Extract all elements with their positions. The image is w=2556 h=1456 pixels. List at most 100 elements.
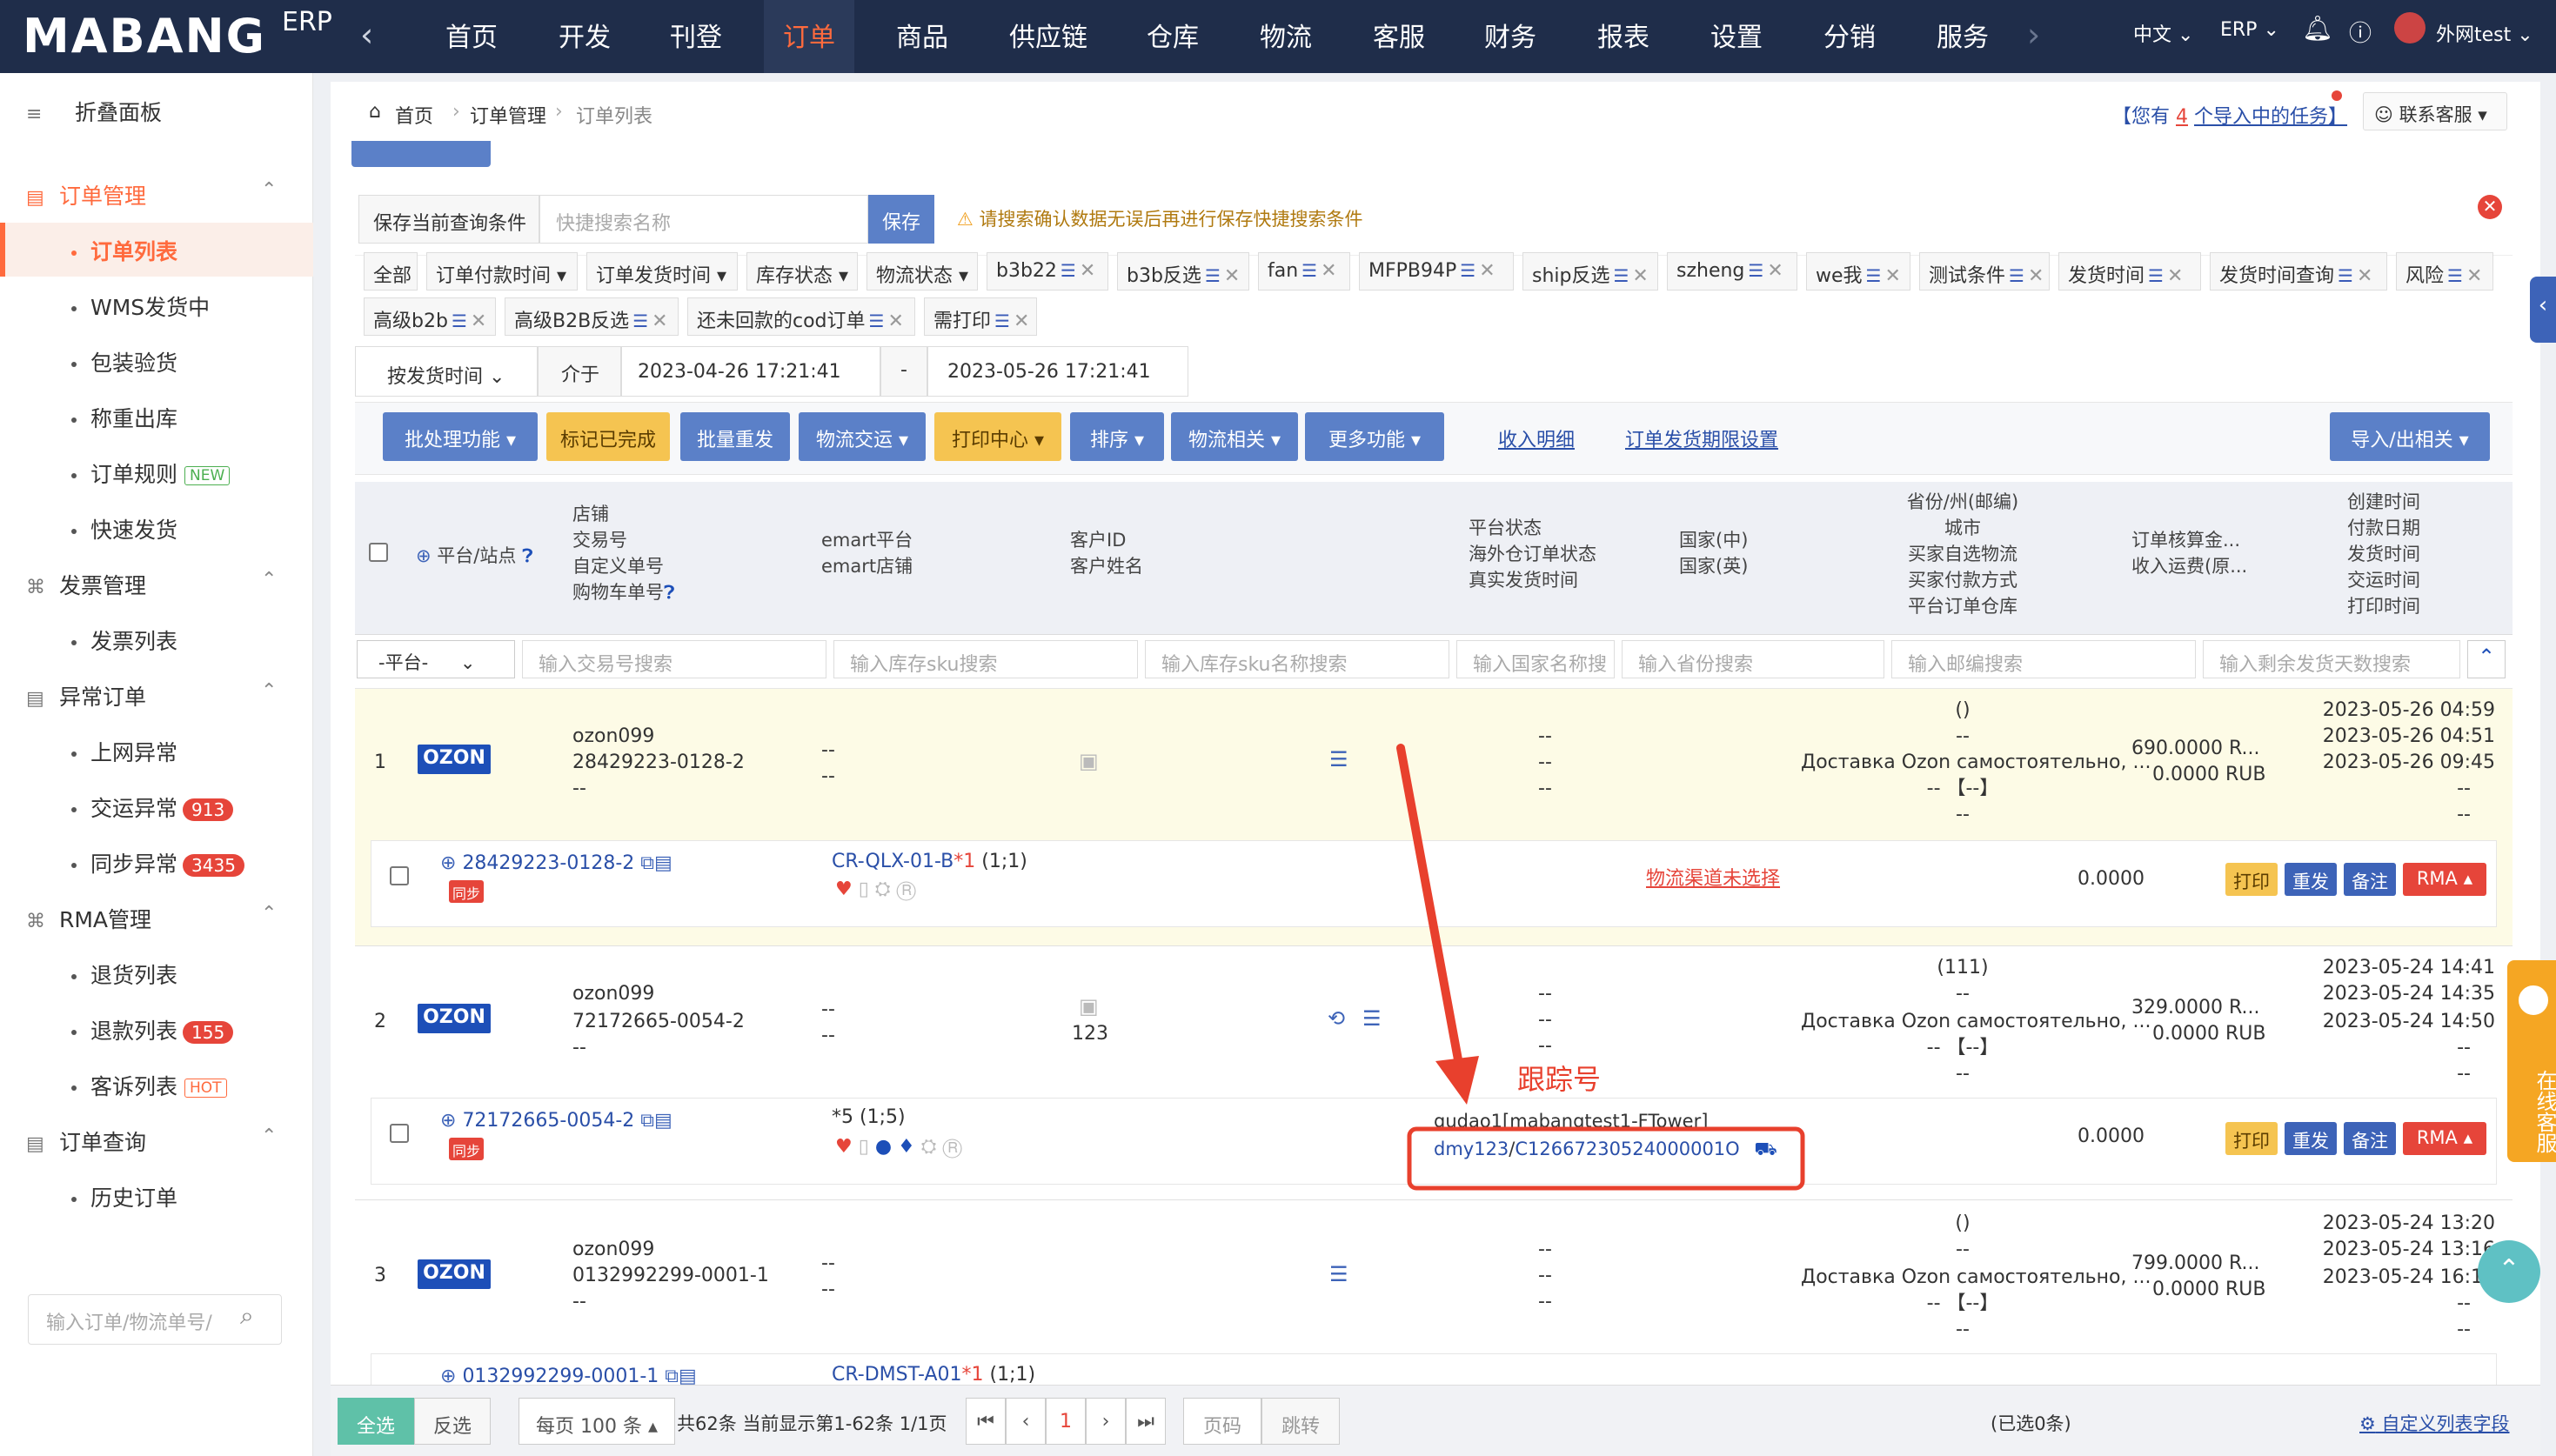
start-date-input[interactable]: 2023-04-26 17:21:41 (621, 346, 880, 397)
filter-tag-stock-status[interactable]: 库存状态 ▾ (746, 252, 858, 291)
remove-icon[interactable]: ✕ (1080, 260, 1095, 282)
note-button[interactable]: 备注 (2344, 1122, 2396, 1155)
help-icon[interactable]: ❓︎ (522, 545, 533, 566)
remove-icon[interactable]: ✕ (1224, 265, 1240, 287)
more-functions-button[interactable]: 更多功能 ▾ (1305, 412, 1444, 461)
remove-icon[interactable]: ✕ (2357, 265, 2372, 287)
ship-deadline-setting-link[interactable]: 订单发货期限设置 (1625, 424, 1778, 452)
close-icon[interactable]: ✕ (2478, 195, 2502, 219)
trade-no-search-input[interactable]: 输入交易号搜索 (522, 640, 826, 678)
sub-order-link[interactable]: ⊕ 72172665-0054-2 ⧉▤ (440, 1108, 672, 1134)
first-page-icon[interactable]: ⏮ (966, 1398, 1006, 1445)
user-avatar[interactable] (2394, 12, 2426, 43)
nav-reports[interactable]: 报表 (1597, 16, 1649, 54)
filter-tag-saved[interactable]: 高级b2b ☰ ✕ (364, 297, 496, 336)
nav-prev-icon[interactable]: ‹ (360, 16, 373, 54)
filter-tag-saved[interactable]: MFPB94P ☰ ✕ (1359, 252, 1514, 291)
remove-icon[interactable]: ✕ (2028, 265, 2044, 287)
sidebar-group-invoice[interactable]: ⌘ 发票管理 ⌃ (26, 569, 277, 600)
sku-name-search-input[interactable]: 输入库存sku名称搜索 (1145, 640, 1449, 678)
nav-customer-service[interactable]: 客服 (1373, 16, 1425, 54)
nav-develop[interactable]: 开发 (559, 16, 611, 54)
filter-tag-all[interactable]: 全部 (364, 252, 418, 291)
remove-icon[interactable]: ✕ (471, 311, 486, 332)
sidebar-item-return-list[interactable]: 退货列表 (71, 958, 177, 990)
filter-tag-ship-time[interactable]: 订单发货时间 ▾ (586, 252, 738, 291)
next-page-icon[interactable]: › (1086, 1398, 1126, 1445)
remove-icon[interactable]: ✕ (1479, 260, 1495, 282)
mabang-logo[interactable]: MABANG (23, 9, 266, 63)
bell-icon[interactable]: 🔔︎ (2302, 14, 2333, 43)
history-icon[interactable]: ⟲ (1328, 1005, 1345, 1032)
invert-select-button[interactable]: 反选 (414, 1398, 491, 1445)
sidebar-item-shipping-exception[interactable]: 交运异常 913 (71, 791, 234, 823)
current-page[interactable]: 1 (1046, 1398, 1086, 1445)
sidebar-item-history-orders[interactable]: 历史订单 (71, 1181, 177, 1212)
print-button[interactable]: 打印 (2225, 863, 2278, 896)
country-search-input[interactable]: 输入国家名称搜 (1456, 640, 1615, 678)
filter-tag-saved[interactable]: 风险 ☰ ✕ (2396, 252, 2493, 291)
filter-tag-saved[interactable]: 测试条件 ☰ ✕ (1919, 252, 2050, 291)
card-icon[interactable]: ▤ (654, 1110, 672, 1132)
remove-icon[interactable]: ✕ (1014, 311, 1029, 332)
nav-services[interactable]: 服务 (1937, 16, 1989, 54)
logistics-ship-button[interactable]: 物流交运 ▾ (799, 412, 926, 461)
sidebar-item-sync-exception[interactable]: 同步异常 3435 (71, 847, 244, 878)
batch-resend-button[interactable]: 批量重发 (680, 412, 790, 461)
sort-button[interactable]: 排序 ▾ (1070, 412, 1164, 461)
row-checkbox[interactable] (390, 866, 409, 885)
filter-tag-saved[interactable]: 发货时间查询 ☰ ✕ (2210, 252, 2387, 291)
select-all-checkbox[interactable] (369, 543, 388, 562)
prev-page-icon[interactable]: ‹ (1006, 1398, 1046, 1445)
date-type-select[interactable]: 按发货时间 ⌄ (355, 346, 538, 397)
copy-icon[interactable]: ⧉ (640, 852, 654, 874)
nav-next-icon[interactable]: › (2027, 16, 2040, 54)
sidebar-item-invoice-list[interactable]: 发票列表 (71, 624, 177, 656)
filter-tag-saved[interactable]: 高级B2B反选 ☰ ✕ (505, 297, 679, 336)
remaining-days-search-input[interactable]: 输入剩余发货天数搜索 (2203, 640, 2460, 678)
import-export-button[interactable]: 导入/出相关 ▾ (2330, 412, 2490, 461)
copy-icon[interactable]: ⧉ (640, 1110, 654, 1132)
end-date-input[interactable]: 2023-05-26 17:21:41 (927, 346, 1188, 397)
import-tasks-link[interactable]: 【您有 4 个导入中的任务】 (2112, 101, 2347, 129)
logistics-related-button[interactable]: 物流相关 ▾ (1171, 412, 1298, 461)
jump-button[interactable]: 跳转 (1261, 1398, 1340, 1445)
sub-order-link[interactable]: ⊕ 28429223-0128-2 ⧉▤ (440, 851, 672, 877)
sidebar-item-online-exception[interactable]: 上网异常 (71, 736, 177, 767)
nav-home[interactable]: 首页 (445, 16, 498, 54)
plus-circle-icon[interactable]: ⊕ (440, 852, 456, 874)
search-icon[interactable]: ⌕ (240, 1301, 254, 1331)
save-button[interactable]: 保存 (868, 195, 934, 244)
nav-orders[interactable]: 订单 (783, 16, 835, 54)
user-menu[interactable]: 外网test ⌄ (2436, 19, 2533, 47)
nav-products[interactable]: 商品 (896, 16, 948, 54)
print-button[interactable]: 打印 (2225, 1122, 2278, 1155)
contact-support-button[interactable]: ☺ 联系客服 ▾ (2363, 92, 2507, 130)
custom-columns-link[interactable]: ⚙ 自定义列表字段 (2359, 1410, 2510, 1436)
filter-tag-saved[interactable]: 还未回款的cod订单 ☰ ✕ (687, 297, 915, 336)
nav-supply-chain[interactable]: 供应链 (1009, 16, 1087, 54)
help-icon[interactable]: ⓘ (2349, 16, 2372, 48)
print-center-button[interactable]: 打印中心 ▾ (934, 412, 1061, 461)
remove-icon[interactable]: ✕ (1767, 260, 1783, 282)
row-checkbox[interactable] (390, 1124, 409, 1143)
rma-button[interactable]: RMA ▴ (2403, 863, 2486, 896)
income-detail-link[interactable]: 收入明细 (1498, 424, 1575, 452)
remove-icon[interactable]: ✕ (1321, 260, 1336, 282)
language-select[interactable]: 中文 ⌄ (2133, 19, 2193, 47)
remove-icon[interactable]: ✕ (2167, 265, 2183, 287)
province-search-input[interactable]: 输入省份搜索 (1622, 640, 1884, 678)
erp-menu[interactable]: ERP ⌄ (2220, 19, 2279, 41)
resend-button[interactable]: 重发 (2285, 1122, 2337, 1155)
sub-order-link[interactable]: ⊕ 0132992299-0001-1 ⧉▤ (440, 1364, 697, 1385)
sidebar-group-order-query[interactable]: ▤ 订单查询 ⌃ (26, 1125, 277, 1157)
sidebar-item-complaint-list[interactable]: 客诉列表 HOT (71, 1070, 227, 1101)
filter-tag-saved[interactable]: 需打印 ☰ ✕ (924, 297, 1037, 336)
card-icon[interactable]: ▤ (679, 1366, 697, 1385)
page-number-input[interactable]: 页码 (1183, 1398, 1261, 1445)
filter-tag-saved[interactable]: ship反选 ☰ ✕ (1522, 252, 1658, 291)
sidebar-item-pack-inspect[interactable]: 包装验货 (71, 346, 177, 377)
nav-settings[interactable]: 设置 (1710, 16, 1763, 54)
rma-button[interactable]: RMA ▴ (2403, 1122, 2486, 1155)
note-button[interactable]: 备注 (2344, 863, 2396, 896)
